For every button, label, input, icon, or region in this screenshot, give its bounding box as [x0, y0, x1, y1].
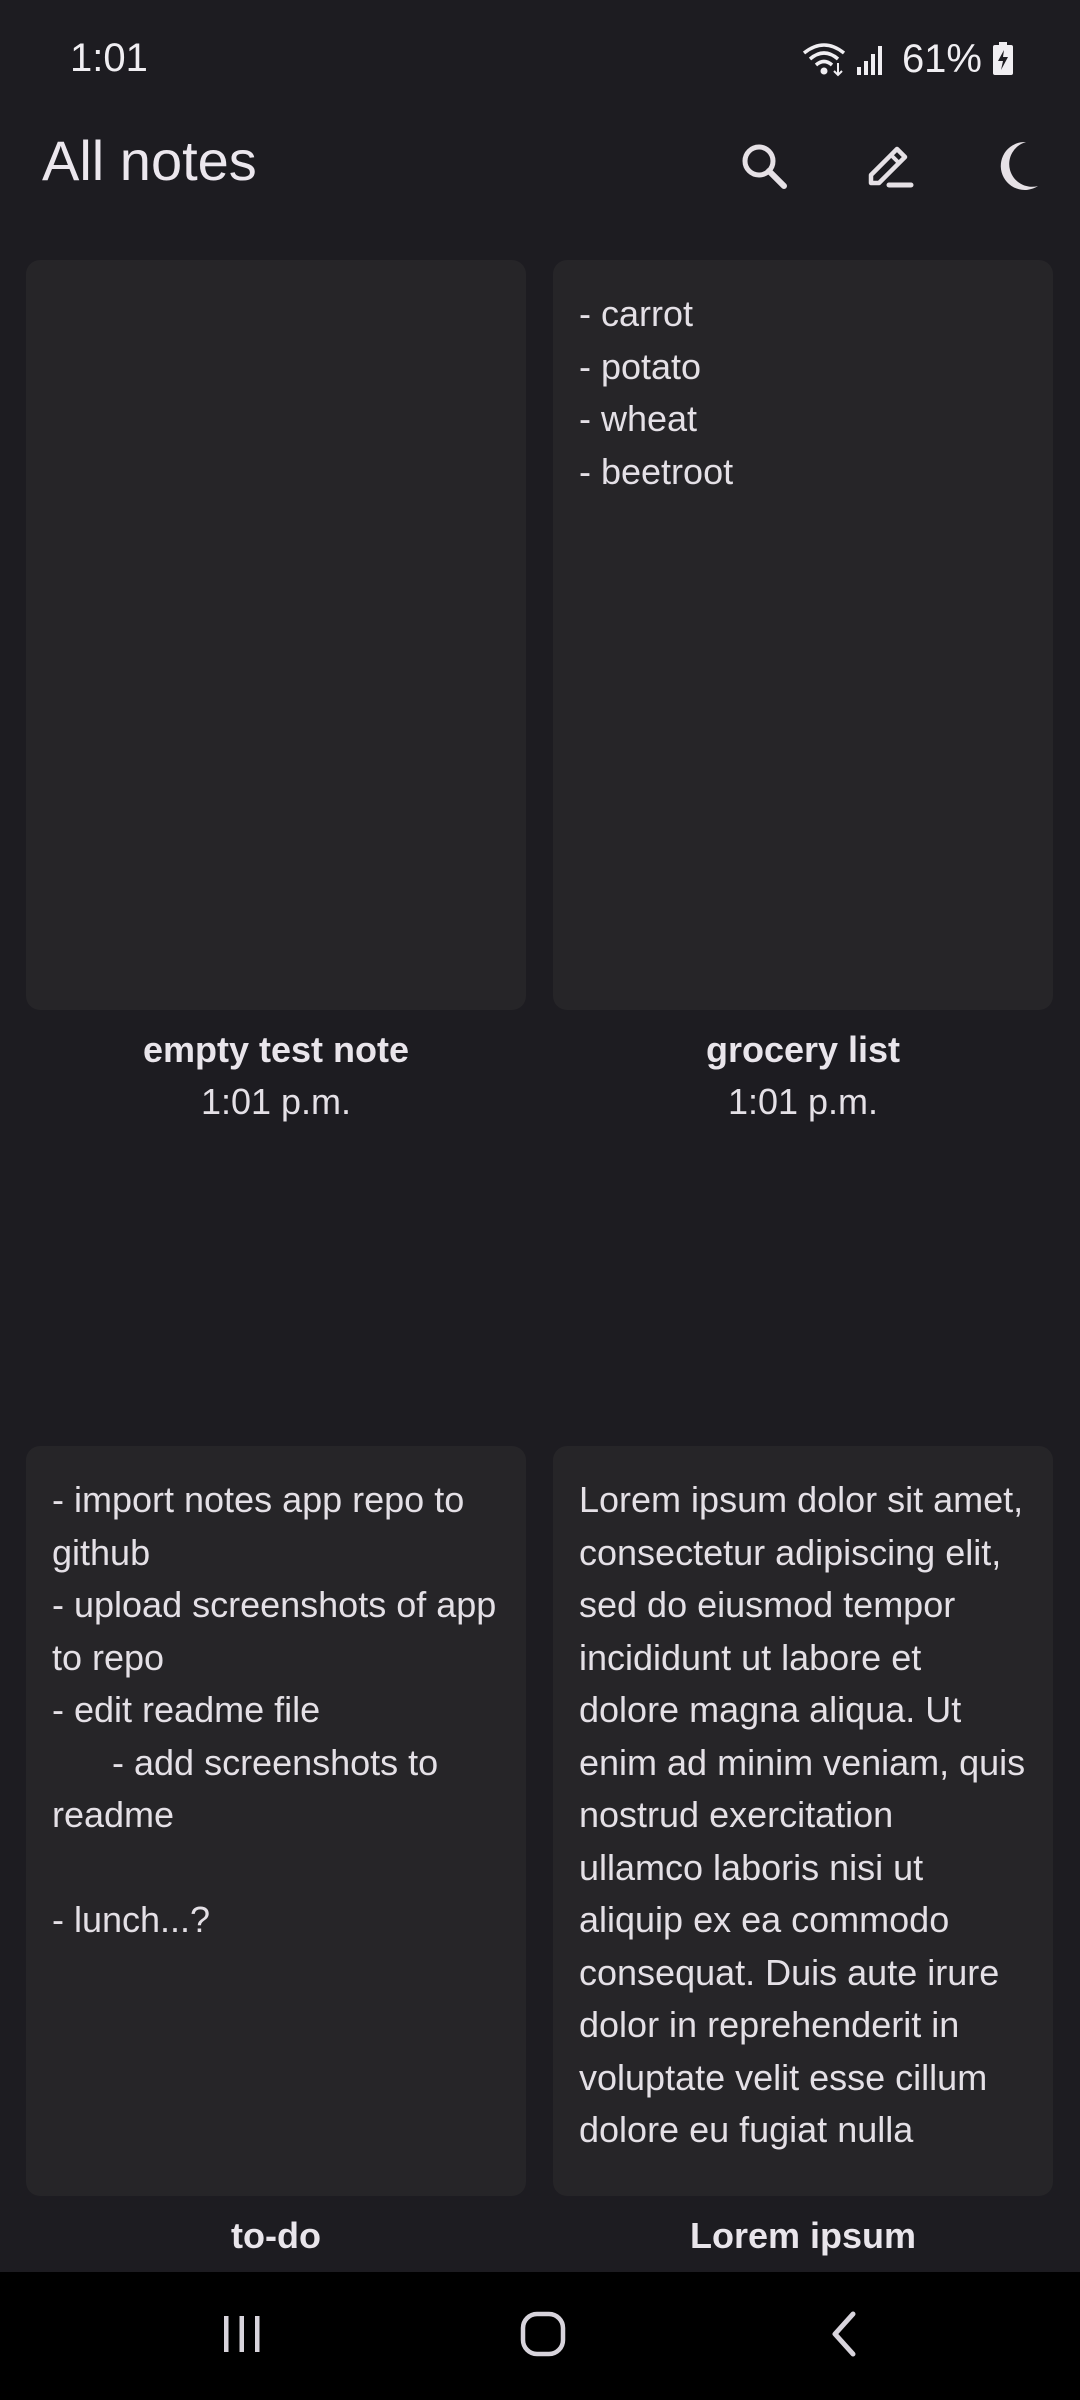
wifi-icon	[802, 41, 846, 77]
note-title: empty test note	[142, 1029, 410, 1070]
note-title: grocery list	[705, 1029, 901, 1070]
note-card-lorem-ipsum[interactable]: Lorem ipsum dolor sit amet, consectetur …	[553, 1446, 1053, 2196]
dark-mode-icon	[992, 138, 1044, 199]
note-preview: - import notes app repo to github - uplo…	[52, 1479, 497, 1940]
recent-apps-button[interactable]	[182, 2296, 302, 2376]
signal-icon	[856, 43, 886, 75]
note-title: Lorem ipsum	[689, 2215, 917, 2256]
battery-percentage: 61%	[901, 36, 982, 81]
recent-apps-icon	[220, 2314, 264, 2359]
note-card-empty-test-note[interactable]	[26, 260, 526, 1010]
theme-toggle-button[interactable]	[976, 126, 1060, 210]
search-button[interactable]	[722, 126, 806, 210]
system-nav-bar	[0, 2272, 1080, 2400]
battery-charging-icon	[992, 42, 1014, 76]
home-icon	[519, 2310, 567, 2363]
new-note-button[interactable]	[848, 126, 932, 210]
status-bar: 1:01 61%	[0, 0, 1080, 120]
page-title: All notes	[42, 129, 257, 192]
note-title: to-do	[231, 2215, 321, 2256]
note-timestamp: 1:01 p.m.	[727, 1081, 879, 1122]
search-icon	[738, 140, 790, 197]
note-meta: grocery list 1:01 p.m.	[553, 1024, 1053, 1128]
status-icons: 61%	[802, 34, 1014, 84]
edit-icon	[863, 139, 917, 198]
note-meta: Lorem ipsum	[553, 2210, 1053, 2262]
note-meta: to-do	[26, 2210, 526, 2262]
note-card-grocery-list[interactable]: - carrot - potato - wheat - beetroot	[553, 260, 1053, 1010]
note-preview: - carrot - potato - wheat - beetroot	[579, 293, 734, 492]
note-meta: empty test note 1:01 p.m.	[26, 1024, 526, 1128]
note-preview: Lorem ipsum dolor sit amet, consectetur …	[579, 1479, 1036, 2150]
back-icon	[827, 2310, 863, 2363]
status-time: 1:01	[70, 36, 148, 80]
app-bar: All notes	[0, 120, 1080, 260]
note-card-to-do[interactable]: - import notes app repo to github - uplo…	[26, 1446, 526, 2196]
home-button[interactable]	[483, 2296, 603, 2376]
note-timestamp: 1:01 p.m.	[200, 1081, 352, 1122]
back-button[interactable]	[785, 2296, 905, 2376]
